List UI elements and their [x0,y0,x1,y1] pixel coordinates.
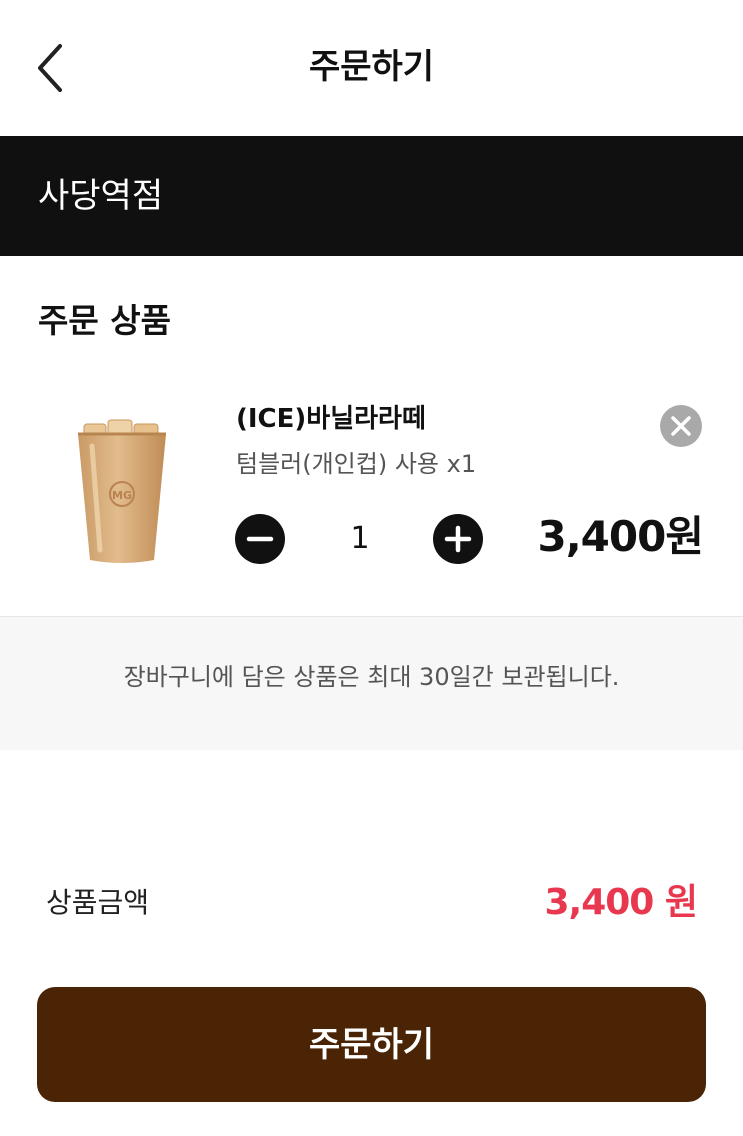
order-button[interactable]: 주문하기 [37,987,706,1102]
total-label: 상품금액 [46,886,150,919]
total-value: 3,400 원 [544,882,698,923]
store-bar: 사당역점 [0,136,743,256]
item-option: 텀블러(개인컵) 사용 x1 [236,450,477,478]
order-items-title: 주문 상품 [38,301,171,340]
item-name: (ICE)바닐라라떼 [236,404,426,434]
svg-text:MG: MG [112,489,132,502]
minus-icon [246,536,274,542]
cart-notice: 장바구니에 담은 상품은 최대 30일간 보관됩니다. [0,617,743,750]
order-button-label: 주문하기 [308,1025,435,1065]
app-header: 주문하기 [0,0,743,136]
quantity-value: 1 [350,521,370,556]
increase-quantity-button[interactable] [433,514,483,564]
close-icon [671,416,691,436]
cart-notice-text: 장바구니에 담은 상품은 최대 30일간 보관됩니다. [123,663,620,691]
remove-item-button[interactable] [660,405,702,447]
item-price: 3,400원 [537,512,704,561]
iced-latte-cup-icon: MG [62,410,182,572]
decrease-quantity-button[interactable] [235,514,285,564]
page-title: 주문하기 [308,47,435,87]
store-name: 사당역점 [38,176,164,216]
plus-icon [444,525,472,553]
